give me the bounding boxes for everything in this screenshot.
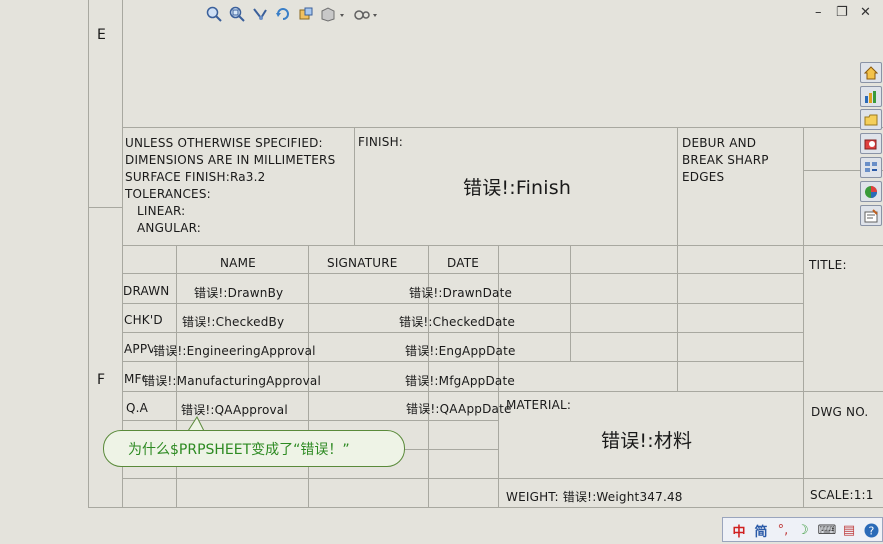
close-button[interactable]: ✕ (860, 5, 871, 20)
tb-vline (677, 127, 678, 391)
keyboard-icon[interactable]: ⌨ (818, 522, 837, 538)
role-cell: APPV'D (124, 342, 153, 356)
hide-show-icon[interactable] (352, 4, 380, 24)
menu-icon[interactable]: ▤ (841, 522, 857, 538)
deburr-line: EDGES (682, 170, 725, 184)
deburr-line: DEBUR AND (682, 136, 757, 150)
search-icon[interactable] (860, 133, 882, 154)
zoom-fit-icon[interactable] (204, 4, 224, 24)
date-cell: 错误!:MfgAppDate (405, 374, 515, 388)
date-cell: 错误!:EngAppDate (405, 344, 516, 358)
restore-button[interactable]: ❐ (836, 5, 848, 20)
display-style-icon[interactable] (319, 4, 347, 24)
role-cell: DRAWN (123, 284, 170, 298)
full-width-icon[interactable]: 简 (753, 522, 769, 540)
moon-icon[interactable]: ☽ (795, 522, 811, 538)
date-cell: 错误!:CheckedDate (399, 315, 516, 329)
appearances-icon[interactable] (860, 181, 882, 202)
weight-field: WEIGHT: 错误!:Weight347.48 (506, 490, 683, 504)
name-cell: 错误!:DrawnBy (194, 286, 284, 300)
rotate-icon[interactable] (273, 4, 293, 24)
notes-line: DIMENSIONS ARE IN MILLIMETERS (125, 153, 336, 167)
finish-value: 错误!:Finish (463, 177, 572, 199)
date-cell: 错误!:DrawnDate (409, 286, 513, 300)
tb-line (122, 361, 803, 362)
material-value: 错误!:材料 (601, 430, 693, 452)
zone-letter-e: E (97, 27, 107, 43)
view-palette-icon[interactable] (860, 157, 882, 178)
file-explorer-icon[interactable] (860, 109, 882, 130)
border-left (88, 0, 89, 508)
notes-line: ANGULAR: (137, 221, 202, 235)
svg-text:?: ? (868, 524, 874, 537)
tb-line (122, 127, 883, 128)
tb-vline (570, 245, 571, 362)
notes-line: UNLESS OTHERWISE SPECIFIED: (125, 136, 323, 150)
punctuation-icon[interactable]: °, (775, 522, 791, 538)
name-cell: 错误!:EngineeringApproval (153, 344, 316, 358)
tb-line (122, 273, 803, 274)
view-orientation-icon[interactable] (296, 4, 316, 24)
ime-tray: 中 简 °, ☽ ⌨ ▤ ? (722, 517, 883, 542)
design-library-icon[interactable] (860, 86, 882, 107)
role-cell: MFG (124, 372, 144, 386)
tb-line (122, 391, 883, 392)
header-date: DATE (447, 256, 480, 270)
tb-line (122, 478, 883, 479)
role-cell: CHK'D (124, 313, 163, 327)
notes-line: SURFACE FINISH:Ra3.2 (125, 170, 266, 184)
tb-line (122, 303, 803, 304)
scale-field: SCALE:1:1 (810, 488, 874, 502)
home-icon[interactable] (860, 62, 882, 83)
tb-line (122, 245, 883, 246)
border-bottom (88, 507, 883, 508)
zoom-area-icon[interactable] (227, 4, 247, 24)
dwg-no-label: DWG NO. (811, 405, 869, 419)
tb-vline (354, 127, 355, 245)
date-cell: 错误!:QAAppDate (406, 402, 512, 416)
chinese-input-icon[interactable]: 中 (731, 522, 747, 540)
role-cell: Q.A (126, 401, 149, 415)
name-cell: 错误!:ManufacturingApproval (143, 374, 321, 388)
callout-text: 为什么$PRPSHEET变成了“错误！” (128, 442, 350, 458)
pan-icon[interactable] (250, 4, 270, 24)
finish-label: FINISH: (358, 135, 404, 149)
tb-line (122, 332, 803, 333)
name-cell: 错误!:CheckedBy (182, 315, 285, 329)
title-label: TITLE: (809, 258, 847, 272)
notes-line: LINEAR: (137, 204, 186, 218)
help-icon[interactable]: ? (863, 522, 879, 538)
tb-vline (803, 127, 804, 507)
header-name: NAME (220, 256, 256, 270)
material-label: MATERIAL: (506, 398, 572, 412)
zone-separator (88, 207, 122, 208)
minimize-button[interactable]: – (815, 5, 822, 20)
header-signature: SIGNATURE (327, 256, 398, 270)
notes-line: TOLERANCES: (125, 187, 211, 201)
zone-letter-f: F (97, 372, 106, 388)
custom-properties-icon[interactable] (860, 205, 882, 226)
deburr-line: BREAK SHARP (682, 153, 769, 167)
